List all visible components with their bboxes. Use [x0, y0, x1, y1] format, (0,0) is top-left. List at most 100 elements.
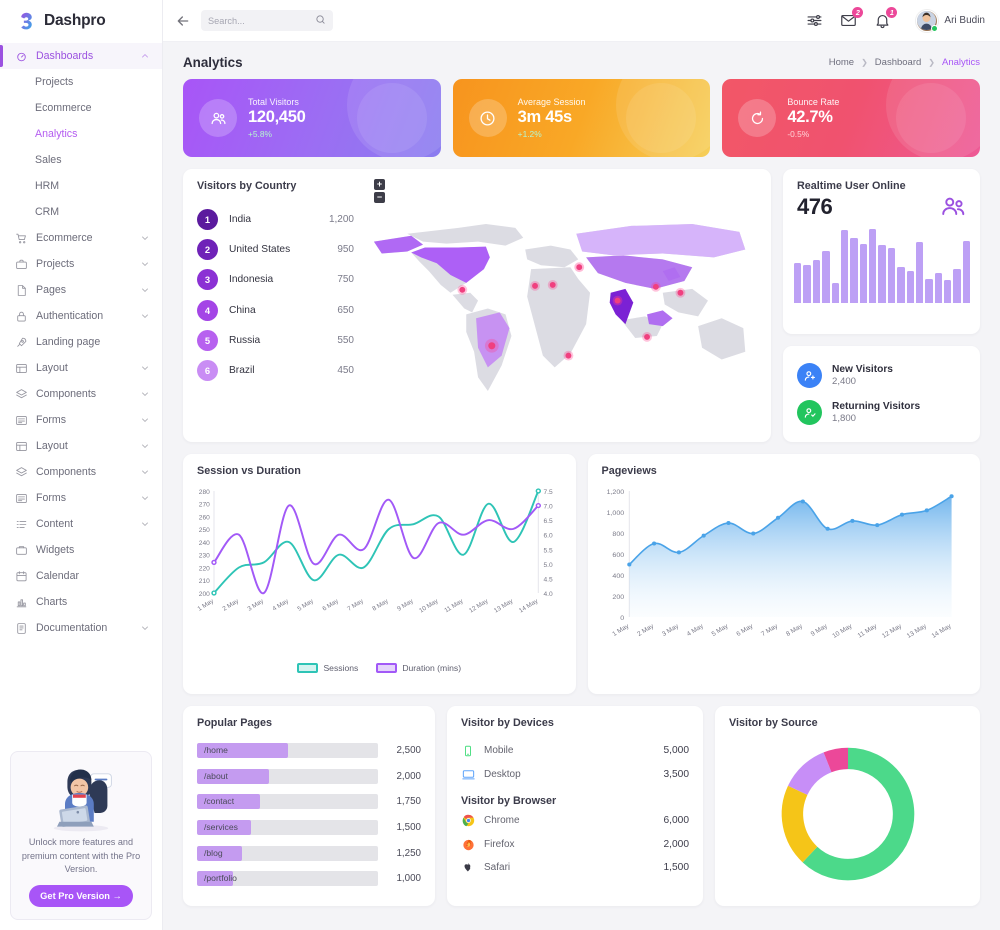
sidebar-item-forms[interactable]: Forms [0, 485, 162, 511]
sidebar-subitem-crm[interactable]: CRM [0, 199, 162, 225]
breadcrumb-current: Analytics [941, 56, 980, 68]
x-axis-tick: 6 May [735, 622, 755, 637]
sidebar-item-content[interactable]: Content [0, 511, 162, 537]
brand-logo[interactable]: Dashpro [0, 0, 162, 42]
donut-slice-direct [781, 785, 818, 863]
sidebar-subitem-analytics[interactable]: Analytics [0, 121, 162, 147]
world-map[interactable]: + − [368, 169, 771, 442]
chevron-down-icon[interactable] [140, 467, 150, 477]
refresh-icon [738, 99, 777, 137]
stat-card-average-session[interactable]: Average Session 3m 45s +1.2% [452, 79, 711, 157]
sidebar-item-authentication[interactable]: Authentication [0, 303, 162, 329]
visitors-by-country-card: Visitors by Country 1 India 1,200 2 United S… [183, 169, 771, 442]
sidebar-item-components[interactable]: Components [0, 459, 162, 485]
session-chart-body: 200 210 220 230 240 250 260 270 280 4.0 4.5 5.0 5.5 6… [183, 477, 576, 662]
sidebar-subitem-hrm[interactable]: HRM [0, 173, 162, 199]
chevron-down-icon[interactable] [140, 623, 150, 633]
search-box[interactable] [201, 10, 333, 31]
device-value: 5,000 [663, 745, 690, 757]
chevron-down-icon[interactable] [140, 259, 150, 269]
donut-wrap [715, 729, 980, 899]
sidebar-item-label: Forms [36, 492, 67, 504]
popular-page-row: /about 2,000 [197, 764, 421, 790]
chevron-down-icon[interactable] [140, 363, 150, 373]
sidebar-item-label: Dashboards [36, 50, 94, 62]
sliders-icon[interactable] [806, 12, 823, 29]
chevron-down-icon[interactable] [140, 285, 150, 295]
stat-body: Total Visitors 120,450 +5.8% [248, 97, 306, 139]
sidebar-item-widgets[interactable]: Widgets [0, 537, 162, 563]
chevron-down-icon[interactable] [140, 311, 150, 321]
sidebar-item-dashboards[interactable]: Dashboards [0, 43, 162, 69]
sidebar-subitem-projects[interactable]: Projects [0, 69, 162, 95]
browser-value: 2,000 [663, 838, 690, 850]
sidebar-item-projects[interactable]: Projects [0, 251, 162, 277]
popular-pages-list: /home 2,500/about 2,000/contact 1,750/servi… [183, 729, 435, 892]
get-pro-version-button[interactable]: Get Pro Version → [29, 885, 133, 907]
map-zoom-in-button[interactable]: + [374, 179, 385, 190]
sidebar-item-layout[interactable]: Layout [0, 433, 162, 459]
x-axis-tick: 3 May [660, 622, 680, 637]
popular-page-name: /about [204, 770, 228, 781]
search-input[interactable] [208, 15, 311, 26]
dashboard-app: Dashpro Dashboards Projects Ecommerce Analy… [0, 0, 1000, 930]
main-area: 2 1 [163, 0, 1000, 930]
country-row: 6 Brazil 450 [197, 355, 354, 385]
stat-card-bounce-rate[interactable]: Bounce Rate 42.7% -0.5% [722, 79, 981, 157]
y-axis-left-tick: 280 [199, 489, 210, 496]
chevron-down-icon[interactable] [140, 415, 150, 425]
popular-page-name: /blog [204, 847, 223, 858]
sidebar-item-charts[interactable]: Charts [0, 589, 162, 615]
y-axis-left-tick: 220 [199, 566, 210, 573]
x-axis-tick: 10 May [831, 622, 854, 639]
world-map-svg [373, 223, 746, 391]
sidebar-item-landing-page[interactable]: Landing page [0, 329, 162, 355]
country-name: Russia [229, 334, 261, 346]
popular-page-bar: /about [197, 768, 378, 784]
topbar-icons: 2 1 Ari Budin [806, 7, 985, 32]
sidebar-item-calendar[interactable]: Calendar [0, 563, 162, 589]
breadcrumb-dashboard[interactable]: Dashboard [875, 57, 921, 68]
country-rank: 1 [197, 208, 218, 230]
data-point [535, 488, 542, 494]
country-value: 450 [337, 365, 354, 377]
y-axis-left-tick: 260 [199, 515, 210, 522]
visitor-by-source-card: Visitor by Source [715, 706, 980, 906]
y-axis-tick: 0 [620, 615, 624, 622]
chevron-down-icon[interactable] [140, 389, 150, 399]
sidebar-subitem-ecommerce[interactable]: Ecommerce [0, 95, 162, 121]
user-menu[interactable]: Ari Budin [916, 9, 985, 32]
sidebar-item-label: Widgets [36, 544, 75, 556]
chevron-down-icon[interactable] [140, 493, 150, 503]
chevron-down-icon[interactable] [140, 441, 150, 451]
map-zoom-out-button[interactable]: − [374, 192, 385, 203]
country-value: 1,200 [328, 213, 354, 225]
sidebar-item-forms[interactable]: Forms [0, 407, 162, 433]
envelope-icon[interactable]: 2 [840, 7, 864, 29]
lock-icon [15, 310, 28, 323]
bell-icon[interactable]: 1 [874, 7, 898, 29]
country-rank: 6 [197, 360, 218, 382]
sidebar-item-pages[interactable]: Pages [0, 277, 162, 303]
chevron-down-icon[interactable] [140, 233, 150, 243]
sidebar-item-components[interactable]: Components [0, 381, 162, 407]
stat-card-total-visitors[interactable]: Total Visitors 120,450 +5.8% [183, 79, 441, 157]
chevron-up-icon[interactable] [140, 51, 150, 61]
rocket-icon [15, 336, 28, 349]
arrow-left-icon[interactable] [175, 13, 191, 29]
sidebar-item-ecommerce[interactable]: Ecommerce [0, 225, 162, 251]
browser-name: Safari [484, 862, 511, 874]
country-row: 5 Russia 550 [197, 325, 354, 355]
sidebar-item-layout[interactable]: Layout [0, 355, 162, 381]
returning-visitors-label: Returning Visitors [832, 401, 921, 412]
country-value: 950 [337, 243, 354, 255]
sidebar-subitem-sales[interactable]: Sales [0, 147, 162, 173]
data-point [701, 533, 706, 538]
chevron-down-icon[interactable] [140, 519, 150, 529]
x-axis-tick: 7 May [346, 597, 365, 612]
sidebar-item-documentation[interactable]: Documentation [0, 615, 162, 641]
realtime-bar [934, 272, 942, 303]
breadcrumb-home[interactable]: Home [829, 57, 854, 68]
stat-delta: +1.2% [517, 129, 542, 139]
calendar-icon [15, 570, 28, 583]
